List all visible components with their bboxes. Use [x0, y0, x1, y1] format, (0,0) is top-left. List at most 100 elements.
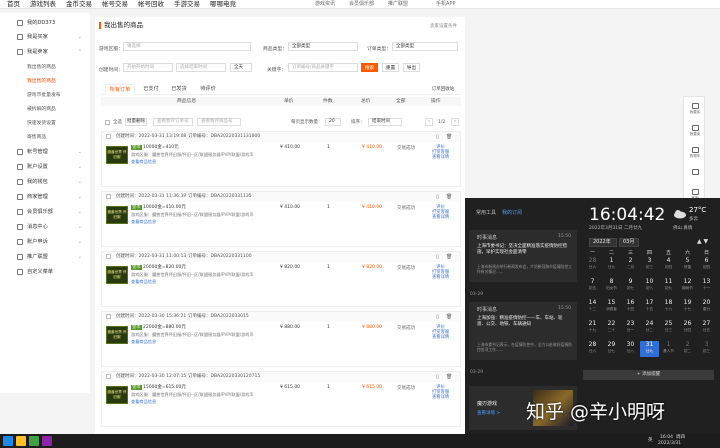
tab-shipped[interactable]: 已发货 [167, 84, 191, 95]
recycle-bin-link[interactable]: 订单回收站 [426, 84, 460, 95]
tab-paid[interactable]: 已支付 [139, 84, 163, 95]
nav-club[interactable]: 会员俱乐部 [342, 0, 381, 9]
tab-to-review[interactable]: 待评价 [195, 84, 221, 95]
calendar-day[interactable]: 26 廿四 [678, 320, 697, 336]
select-all-checkbox[interactable] [105, 120, 110, 125]
nav-home[interactable]: 首页 [2, 0, 25, 9]
bookmark-icon[interactable]: ▯ [436, 132, 439, 142]
tab-subscriptions[interactable]: 我的订阅 [502, 210, 522, 216]
sidebar-item[interactable]: 我出售的商品 [0, 77, 90, 87]
calendar-day[interactable]: 2 二月 [621, 257, 640, 273]
date-range-select[interactable]: 全天 [230, 63, 252, 72]
sell-button[interactable]: 我要卖 [684, 125, 706, 137]
view-product-link[interactable]: 查看商品信息 [131, 219, 156, 224]
game-select[interactable]: 请选择 [123, 42, 251, 51]
tray-lang[interactable]: 英 [648, 438, 653, 444]
view-details-link[interactable]: 查看详情 [432, 275, 449, 280]
cart-button[interactable]: 购物车 [684, 147, 706, 159]
view-product-link[interactable]: 查看商品信息 [131, 279, 156, 284]
calendar-day[interactable]: 18 十六 [659, 299, 678, 315]
tab-all-orders[interactable]: 所有订单 [105, 84, 135, 95]
sidebar-item[interactable]: 快速发货设置 [0, 119, 90, 129]
game-link[interactable]: 查看详情 > [477, 410, 500, 416]
settings-link[interactable]: 卖家设置条件 [430, 23, 457, 29]
prev-page-button[interactable]: ‹ [425, 118, 433, 126]
nav-blank[interactable] [415, 0, 429, 9]
order-checkbox[interactable] [106, 374, 111, 379]
col-status-filter[interactable]: 全部 [396, 97, 406, 106]
trash-icon[interactable]: 🗑 [446, 192, 452, 202]
calendar-day[interactable]: 17 十五 [640, 299, 659, 315]
calendar-day[interactable]: 5 惊蛰 [678, 257, 697, 273]
order-checkbox[interactable] [106, 194, 111, 199]
sidebar-item[interactable]: 帐号管理 ⌄ [0, 147, 90, 157]
calendar-day[interactable]: 2 初二 [678, 341, 697, 357]
add-reminder-button[interactable]: + 添加提醒 [583, 370, 714, 380]
calendar-day[interactable]: 23 廿一 [621, 320, 640, 336]
nav-news[interactable]: 游戏资讯 [308, 0, 342, 9]
calendar-day[interactable]: 11 初九 [659, 278, 678, 294]
calendar-day[interactable]: 7 初五 [583, 278, 602, 294]
start-icon[interactable] [3, 436, 13, 446]
app-icon[interactable] [42, 436, 52, 446]
sidebar-item[interactable]: 我是卖家 ⌃ [0, 47, 90, 57]
keyword-input[interactable]: 订单编号/商品关键字 [288, 63, 358, 72]
browser-icon[interactable] [29, 436, 39, 446]
export-button[interactable]: 导出 [403, 63, 420, 72]
bookmark-icon[interactable]: ▯ [436, 252, 439, 262]
calendar-day[interactable]: 19 十七 [678, 299, 697, 315]
calendar-day[interactable]: 16 十四 [621, 299, 640, 315]
sidebar-item[interactable]: 消息中心 ⌄ [0, 222, 90, 232]
sidebar-item[interactable]: 会员俱乐部 ⌄ [0, 207, 90, 217]
order-checkbox[interactable] [106, 134, 111, 139]
sidebar-item[interactable]: 被拆解的商品 [0, 105, 90, 115]
trash-icon[interactable]: 🗑 [446, 252, 452, 262]
date-end-input[interactable]: 选择结束时间 [176, 63, 226, 72]
bookmark-icon[interactable]: ▯ [436, 312, 439, 322]
sidebar-user[interactable]: 我的DD373 [0, 18, 90, 28]
calendar-day[interactable]: 13 十一 [697, 278, 716, 294]
nav-mobile[interactable]: 手游交易 [169, 0, 205, 9]
sidebar-item[interactable]: 我是买家 ⌄ [0, 32, 90, 42]
nav-gold[interactable]: 金币交易 [61, 0, 97, 9]
tray-date[interactable]: 2022/3/31 [658, 441, 681, 447]
type-select[interactable]: 全部类型 [288, 42, 358, 51]
tab-common-tools[interactable]: 常用工具 [476, 210, 496, 216]
date-start-input[interactable]: 开始开始时间 [123, 63, 173, 72]
buy-button[interactable]: 我要买 [684, 103, 706, 115]
bookmark-icon[interactable]: ▯ [436, 372, 439, 382]
reset-button[interactable]: 重置 [382, 63, 399, 72]
calendar-day[interactable]: 21 十九 [583, 320, 602, 336]
trash-icon[interactable]: 🗑 [446, 132, 452, 142]
sidebar-item[interactable]: 我出售的商品 [0, 63, 90, 73]
order-search-input[interactable]: 查看暂存订单号 [153, 118, 193, 126]
bookmark-icon[interactable]: ▯ [436, 192, 439, 202]
calendar-day[interactable]: 14 十二 [583, 299, 602, 315]
calendar-day[interactable]: 28 廿六 [583, 341, 602, 357]
month-select[interactable]: 03月 [619, 238, 639, 247]
calendar-day[interactable]: 1 愚人节 [659, 341, 678, 357]
calendar-day[interactable]: 8 妇女节 [602, 278, 621, 294]
sidebar-item[interactable]: 账户设置 ⌄ [0, 162, 90, 172]
order-checkbox[interactable] [106, 254, 111, 259]
sidebar-item[interactable]: 推广联盟 ⌄ [0, 252, 90, 262]
calendar-day[interactable]: 10 初八 [640, 278, 659, 294]
order-type-select[interactable]: 全部类型 [392, 42, 458, 51]
calendar-day[interactable]: 22 二十 [602, 320, 621, 336]
calendar-day[interactable]: 3 初三 [640, 257, 659, 273]
calendar-day[interactable]: 24 廿二 [640, 320, 659, 336]
sidebar-item[interactable]: 游戏币批量发布 [0, 91, 90, 101]
trash-icon[interactable]: 🗑 [446, 312, 452, 322]
news-card[interactable]: 时事消息 15:50 上海市委书记：坚决全面精准落实疫情防控措施，早护实现社会面… [469, 230, 577, 282]
calendar-day[interactable]: 29 廿七 [602, 341, 621, 357]
calendar-day[interactable]: 15 消费者 [602, 299, 621, 315]
batch-delete-button[interactable]: 批量删除 [125, 118, 147, 126]
view-details-link[interactable]: 查看详情 [432, 395, 449, 400]
product-search-input[interactable]: 查看暂存商品号 [197, 118, 241, 126]
month-nav[interactable]: ▲ ▼ [697, 238, 708, 245]
calendar-day[interactable]: 1 廿九 [602, 257, 621, 273]
sidebar-item[interactable]: 我的钱包 ⌄ [0, 177, 90, 187]
sidebar-item[interactable]: 寄售商品 [0, 133, 90, 143]
search-button[interactable]: 搜索 [361, 63, 378, 72]
nav-app[interactable]: 手机APP [429, 0, 462, 9]
